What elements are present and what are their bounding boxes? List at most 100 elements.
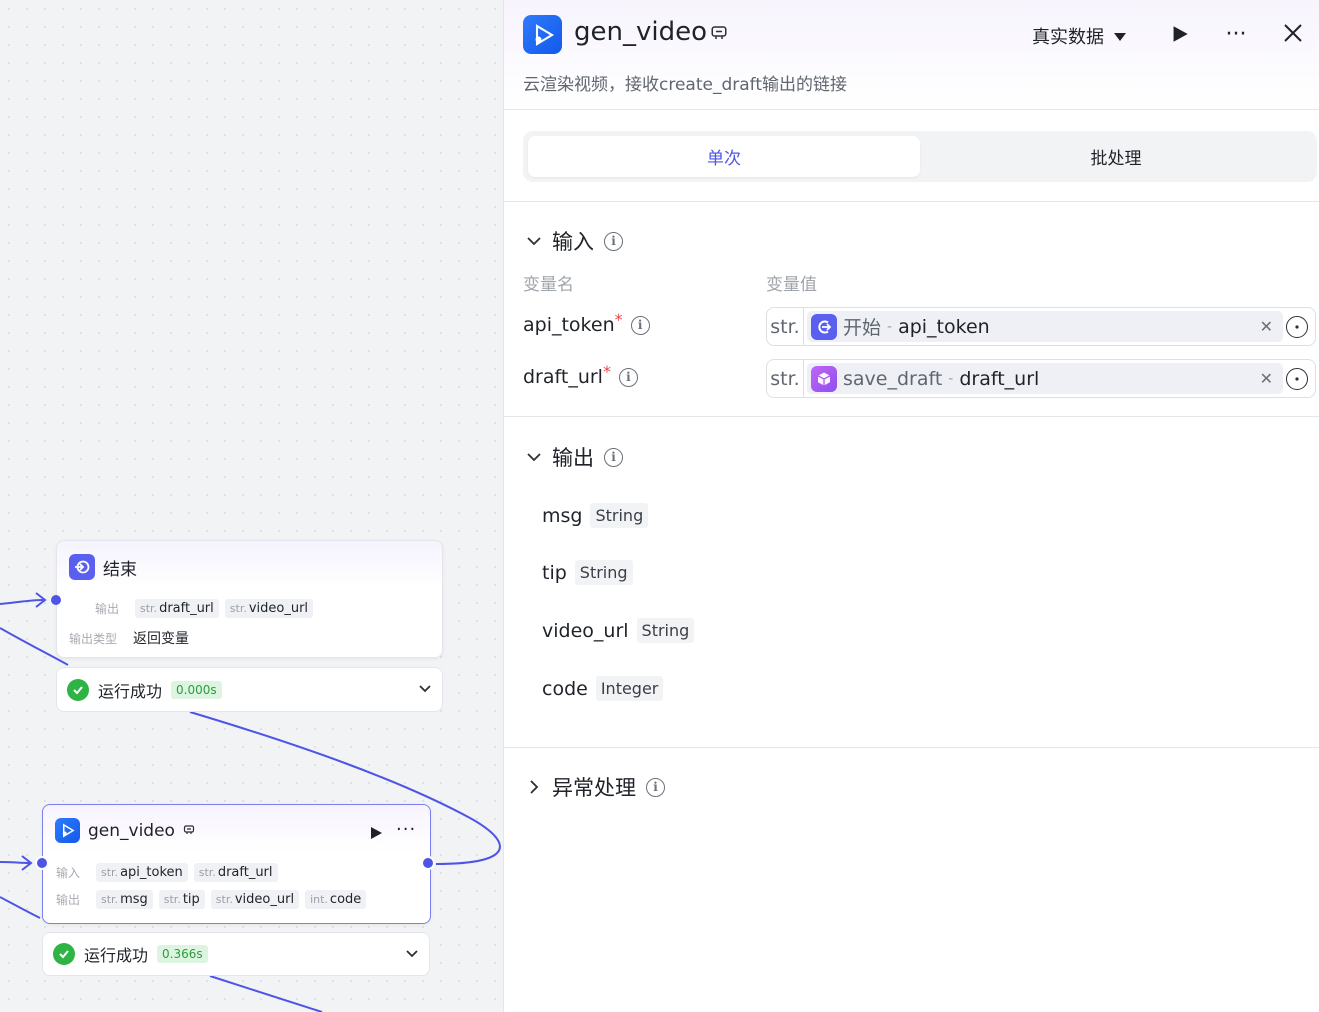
run-node-icon[interactable]	[369, 825, 383, 844]
ref-separator: -	[887, 318, 893, 335]
info-icon[interactable]: i	[646, 777, 665, 797]
end-node[interactable]: 结束 输出 str. draft_url str. video_url 输出类型 返…	[56, 540, 443, 658]
ref-source: 开始	[843, 317, 882, 339]
gen-video-node-title: gen_video	[88, 820, 175, 841]
gen-video-logo-icon	[55, 818, 80, 843]
end-output-tag: str. video_url	[224, 599, 314, 618]
edge-into-gen-node	[0, 861, 31, 864]
variable-reference[interactable]: 开始 - api_token ✕	[807, 311, 1283, 342]
output-name: tip	[542, 561, 567, 584]
gen-node-input-port[interactable]	[35, 856, 49, 870]
more-icon[interactable]: ···	[396, 819, 416, 840]
divider	[504, 747, 1319, 748]
end-node-input-port[interactable]	[51, 595, 61, 605]
end-output-type-value: 返回变量	[133, 631, 189, 647]
end-run-status-bar[interactable]: 运行成功 0.000s	[56, 667, 443, 712]
type-chip[interactable]: str.	[767, 308, 804, 345]
gen-video-node[interactable]: gen_video ··· 输入 str. api_token str. draft…	[42, 804, 431, 924]
ref-variable: draft_url	[959, 367, 1040, 390]
chevron-down-icon[interactable]	[418, 680, 432, 699]
end-run-time: 0.000s	[171, 680, 222, 699]
data-source-label: 真实数据	[1032, 27, 1104, 48]
variable-reference[interactable]: save_draft - draft_url ✕	[807, 363, 1283, 394]
output-type: Integer	[595, 676, 664, 701]
edge-into-end-node	[0, 599, 45, 605]
end-output-tag: str. draft_url	[135, 599, 219, 618]
output-row: tip String	[542, 560, 633, 585]
edge-bottom-left	[0, 896, 41, 919]
tab-batch[interactable]: 批处理	[920, 136, 1312, 177]
info-icon[interactable]: i	[604, 231, 623, 251]
ref-separator: -	[948, 370, 954, 387]
close-icon	[1284, 24, 1302, 42]
chevron-down-icon	[527, 453, 541, 462]
more-icon: ···	[1225, 21, 1247, 47]
data-source-dropdown[interactable]: 真实数据	[1032, 22, 1126, 50]
col-label-value: 变量值	[766, 275, 817, 295]
output-type: String	[590, 503, 649, 528]
more-options-button[interactable]: ···	[1220, 20, 1252, 48]
panel-header: gen_video 真实数据 ··· 云渲染视频，接收create_draft输…	[504, 0, 1319, 110]
input-var-name: api_token * i	[523, 310, 650, 336]
gen-run-time: 0.366s	[157, 945, 208, 963]
input-section-header[interactable]: 输入 i	[526, 226, 623, 256]
end-node-title: 结束	[103, 559, 137, 580]
exception-section-header[interactable]: 异常处理 i	[526, 772, 665, 802]
ref-source: save_draft	[843, 367, 943, 390]
variable-settings-icon[interactable]	[1286, 367, 1308, 390]
output-name: video_url	[542, 619, 629, 642]
output-row: video_url String	[542, 618, 695, 643]
ref-variable: api_token	[898, 315, 990, 338]
chevron-down-icon[interactable]	[405, 945, 419, 964]
gen-output-tag: str. msg	[96, 890, 153, 909]
end-icon	[69, 554, 95, 580]
info-icon[interactable]: i	[618, 367, 638, 387]
panel-description: 云渲染视频，接收create_draft输出的链接	[523, 75, 848, 95]
clear-icon[interactable]: ✕	[1260, 317, 1273, 336]
gen-run-status: 运行成功	[84, 946, 149, 965]
output-row: code Integer	[542, 676, 664, 701]
end-output-type-key: 输出类型	[69, 631, 118, 646]
clear-icon[interactable]: ✕	[1260, 369, 1273, 388]
end-output-key: 输出	[95, 602, 120, 616]
input-var-value-field[interactable]: str. save_draft - draft_url ✕	[766, 359, 1316, 398]
input-var-name: draft_url * i	[523, 362, 638, 388]
gen-input-tag: str. api_token	[96, 863, 188, 882]
gen-output-tag: int. code	[305, 890, 367, 909]
info-icon[interactable]: i	[630, 315, 650, 335]
variable-settings-icon[interactable]	[1286, 315, 1308, 338]
caret-down-icon	[1114, 27, 1126, 46]
output-section-header[interactable]: 输出 i	[526, 442, 623, 472]
panel-title: gen_video	[574, 17, 707, 47]
gen-output-tag: str. video_url	[210, 890, 300, 909]
start-node-icon	[811, 313, 837, 340]
success-check-icon	[67, 678, 89, 701]
type-chip[interactable]: str.	[767, 360, 804, 397]
output-name: code	[542, 677, 588, 700]
gen-output-tag: str. tip	[158, 890, 205, 909]
plugin-badge-icon	[710, 24, 728, 46]
divider	[504, 201, 1319, 202]
gen-output-key: 输出	[56, 893, 81, 907]
output-type: String	[574, 560, 633, 585]
plugin-badge-icon	[183, 821, 195, 840]
mode-tabs: 单次 批处理	[523, 131, 1317, 182]
gen-run-status-bar[interactable]: 运行成功 0.366s	[42, 932, 430, 976]
output-name: msg	[542, 504, 583, 527]
gen-node-output-port[interactable]	[421, 856, 435, 870]
gen-input-key: 输入	[56, 866, 81, 880]
input-section-title: 输入	[552, 230, 594, 254]
chevron-right-icon	[530, 780, 539, 794]
end-run-status: 运行成功	[98, 681, 163, 701]
cube-icon	[811, 365, 837, 392]
divider	[504, 416, 1319, 417]
col-label-name: 变量名	[523, 275, 574, 295]
output-row: msg String	[542, 503, 649, 528]
close-button[interactable]	[1281, 21, 1305, 45]
info-icon[interactable]: i	[604, 447, 623, 467]
input-var-value-field[interactable]: str. 开始 - api_token ✕	[766, 307, 1316, 346]
tab-single[interactable]: 单次	[528, 136, 920, 177]
output-section-title: 输出	[552, 446, 594, 470]
workflow-canvas[interactable]: 结束 输出 str. draft_url str. video_url 输出类型 返…	[0, 0, 503, 1012]
run-button[interactable]	[1168, 22, 1192, 46]
